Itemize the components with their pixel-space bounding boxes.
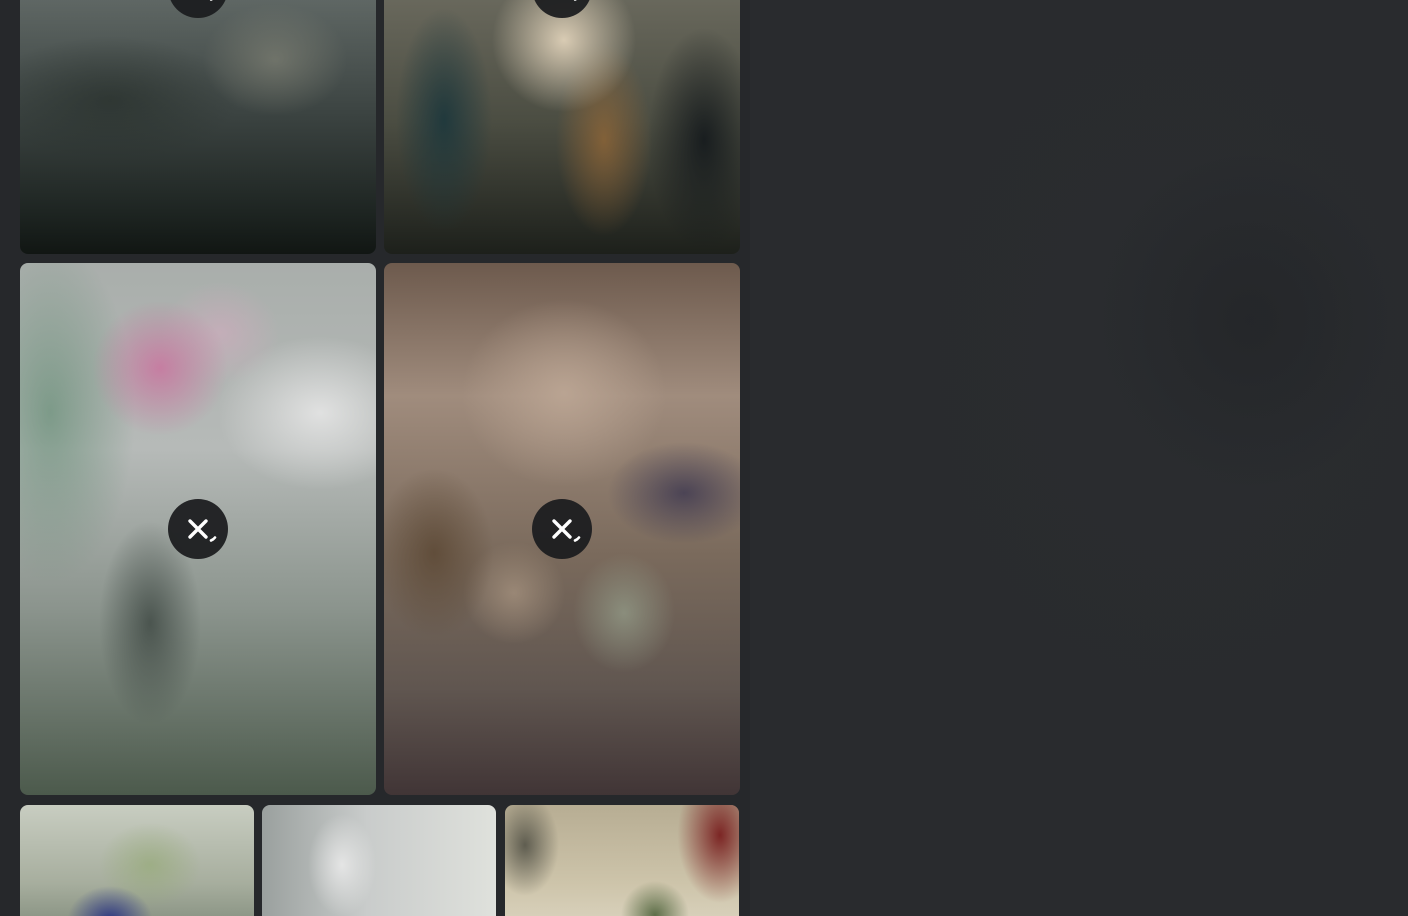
image-tile[interactable]: [384, 263, 740, 795]
reveal-content-button[interactable]: [532, 0, 592, 18]
image-tile[interactable]: [20, 263, 376, 795]
image-tile[interactable]: [384, 0, 740, 254]
eye-crossed-icon: [188, 519, 217, 542]
reveal-content-button[interactable]: [532, 499, 592, 559]
blurred-image: [262, 805, 496, 916]
reveal-content-button[interactable]: [168, 499, 228, 559]
image-tile[interactable]: [20, 0, 376, 254]
blurred-image: [20, 805, 254, 916]
eye-crossed-icon: [209, 0, 213, 1]
image-tile[interactable]: [20, 805, 254, 916]
image-tile[interactable]: [262, 805, 496, 916]
image-grid: [20, 0, 740, 916]
reveal-content-button[interactable]: [168, 0, 228, 18]
blurred-image: [505, 805, 739, 916]
page: [0, 0, 1408, 916]
side-panel-background: [750, 0, 1408, 916]
blurred-image: [20, 0, 376, 254]
image-tile[interactable]: [505, 805, 739, 916]
blurred-image: [384, 0, 740, 254]
eye-crossed-icon: [573, 0, 577, 1]
eye-crossed-icon: [552, 519, 581, 542]
